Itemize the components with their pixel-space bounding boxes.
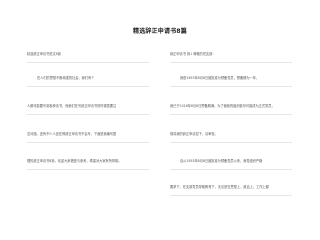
- divider: [27, 86, 149, 87]
- left-text-line: 人都可能要写到各种请书，而我们在写辞正申请书的时候需要注: [27, 104, 117, 108]
- divider: [27, 169, 149, 170]
- divider: [27, 142, 149, 143]
- divider: [27, 62, 149, 63]
- divider: [170, 195, 292, 196]
- left-text-line: 理的辞正申请书8篇，欢迎大家借鉴与参考，希望对大家有所帮助。: [27, 159, 122, 163]
- divider: [170, 169, 292, 170]
- divider: [170, 86, 292, 87]
- left-text-line: 意问题。还有不少人还在得辞正申请书不会写，下面是我编写整: [27, 132, 117, 136]
- right-text-line: 辞正申请书 篇1 尊敬的党支部：: [170, 52, 216, 56]
- right-text-line: 现将我的辞正申请如下，请审查。: [170, 132, 218, 136]
- divider: [170, 142, 292, 143]
- right-text-line: 要求下，在支部党员帮助教育下，无论是在思想上，政治上，工作上都: [170, 185, 269, 189]
- document-title: 精选辞正申请书8篇: [133, 28, 187, 35]
- divider: [27, 114, 149, 115]
- right-text-line: 我是1955年8月8日被批准为预备党员，预备期为一年，: [180, 76, 260, 80]
- divider: [170, 62, 292, 63]
- left-text-line: 精选辞正申请书范文8篇: [27, 52, 61, 56]
- divider: [170, 114, 292, 115]
- left-text-line: 在人们的思想不断增强的社会，我们有个: [37, 76, 95, 80]
- right-text-line: 我已于2016年8月8日预备期满。为了使我的组织能尽可能成为正式党员，: [170, 104, 275, 108]
- right-text-line: 自从1955年8月8日被批准为预备党员以来，我党组织严格: [180, 159, 263, 163]
